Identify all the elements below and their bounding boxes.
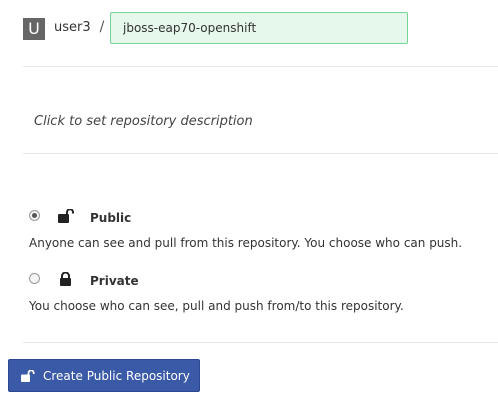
- create-repository-page: U user3 / Click to set repository descri…: [0, 0, 498, 407]
- divider: [23, 153, 498, 154]
- repository-name-input[interactable]: [110, 12, 408, 44]
- repository-description[interactable]: Click to set repository description: [34, 114, 253, 129]
- private-radio[interactable]: [29, 273, 40, 284]
- divider: [23, 66, 498, 67]
- public-option-description: Anyone can see and pull from this reposi…: [29, 236, 463, 250]
- private-option-title: Private: [90, 274, 139, 288]
- namespace-label: user3: [54, 19, 91, 35]
- create-button-label: Create Public Repository: [43, 368, 190, 383]
- repository-name-row: U user3 /: [23, 12, 408, 46]
- create-repository-button[interactable]: Create Public Repository: [8, 359, 200, 392]
- public-radio[interactable]: [29, 210, 40, 221]
- lock-icon: [59, 271, 72, 290]
- private-option-description: You choose who can see, pull and push fr…: [29, 299, 404, 313]
- unlock-icon: [58, 208, 75, 227]
- avatar: U: [23, 18, 45, 40]
- divider: [23, 342, 498, 343]
- unlock-icon: [21, 369, 35, 382]
- public-option-title: Public: [90, 211, 132, 225]
- path-separator: /: [99, 19, 105, 35]
